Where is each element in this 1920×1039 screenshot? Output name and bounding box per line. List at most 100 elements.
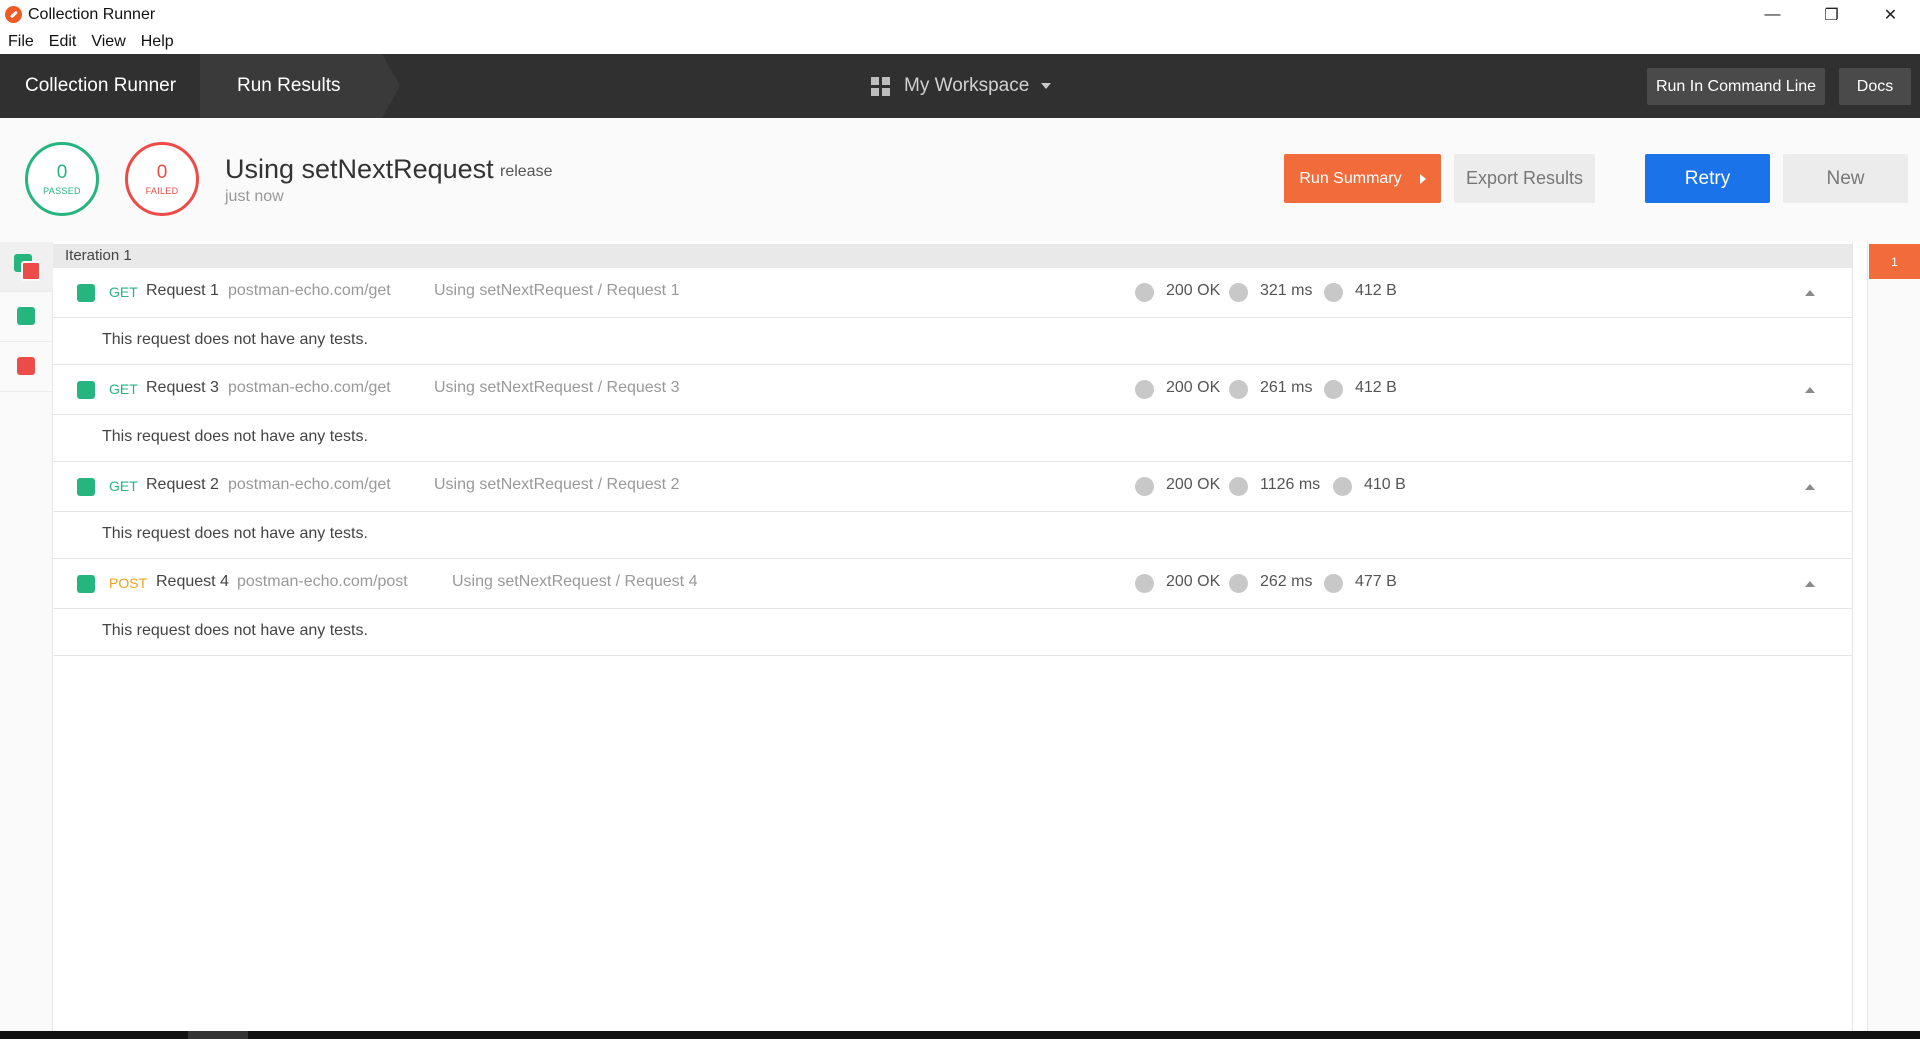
filter-failed[interactable]: [0, 342, 53, 392]
export-results-button[interactable]: Export Results: [1454, 154, 1595, 203]
response-size: 412 B: [1355, 282, 1397, 299]
docs-button[interactable]: Docs: [1839, 68, 1911, 105]
workspace-switcher[interactable]: My Workspace: [871, 54, 1052, 118]
request-method: GET: [109, 381, 138, 397]
workspace-grid-icon: [871, 76, 890, 96]
app-header: Collection Runner Run Results My Workspa…: [0, 54, 1920, 118]
window-title: Collection Runner: [28, 5, 156, 23]
new-button[interactable]: New: [1783, 154, 1908, 203]
menu-file[interactable]: File: [8, 33, 34, 51]
size-dot-icon: [1324, 283, 1343, 302]
request-tests-message: This request does not have any tests.: [53, 609, 1852, 656]
filter-all[interactable]: [0, 242, 53, 292]
request-result: POST Request 4 postman-echo.com/post Usi…: [53, 559, 1852, 656]
breadcrumb-run-results[interactable]: Run Results: [237, 54, 341, 118]
status-dot-icon: [1135, 283, 1154, 302]
taskbar-strip: [0, 1031, 1920, 1039]
postman-logo-icon: [5, 6, 22, 23]
response-size: 412 B: [1355, 379, 1397, 396]
iteration-marker-1[interactable]: 1: [1869, 244, 1920, 279]
collapse-caret-icon[interactable]: [1805, 484, 1815, 490]
request-row[interactable]: POST Request 4 postman-echo.com/post Usi…: [53, 559, 1852, 609]
minimize-button[interactable]: —: [1743, 0, 1802, 29]
filter-passed[interactable]: [0, 292, 53, 342]
results-list: GET Request 1 postman-echo.com/get Using…: [53, 268, 1852, 656]
restore-button[interactable]: ❐: [1802, 0, 1861, 29]
menu-edit[interactable]: Edit: [49, 33, 77, 51]
time-dot-icon: [1229, 574, 1248, 593]
request-method: POST: [109, 575, 148, 591]
size-dot-icon: [1333, 477, 1352, 496]
taskbar-highlight: [188, 1031, 248, 1039]
response-size: 477 B: [1355, 573, 1397, 590]
request-url: postman-echo.com/get: [228, 379, 391, 396]
retry-button[interactable]: Retry: [1645, 154, 1770, 203]
request-name: Request 2: [146, 476, 219, 493]
failed-count: 0: [156, 161, 168, 183]
results-scrollbar[interactable]: [1852, 242, 1868, 1032]
failed-counter: 0 FAILED: [125, 142, 199, 216]
caret-right-icon: [1419, 173, 1426, 184]
collapse-caret-icon[interactable]: [1805, 290, 1815, 296]
status-dot-icon: [1135, 380, 1154, 399]
request-method: GET: [109, 478, 138, 494]
run-summary-panel: 0 PASSED 0 FAILED Using setNextRequest r…: [0, 118, 1920, 242]
status-dot-icon: [1135, 477, 1154, 496]
response-time: 261 ms: [1260, 379, 1313, 396]
iteration-navigator: [1868, 242, 1920, 1032]
response-status: 200 OK: [1166, 476, 1221, 493]
request-name: Request 1: [146, 282, 219, 299]
request-path: Using setNextRequest / Request 4: [452, 573, 698, 590]
failed-label: FAILED: [145, 185, 179, 196]
pass-status-icon: [77, 575, 95, 593]
status-dot-icon: [1135, 574, 1154, 593]
request-url: postman-echo.com/get: [228, 282, 391, 299]
response-time: 321 ms: [1260, 282, 1313, 299]
request-name: Request 3: [146, 379, 219, 396]
menu-bar: File Edit View Help: [0, 29, 1920, 54]
run-environment: release: [500, 163, 553, 180]
request-row[interactable]: GET Request 1 postman-echo.com/get Using…: [53, 268, 1852, 318]
collapse-caret-icon[interactable]: [1805, 387, 1815, 393]
time-dot-icon: [1229, 283, 1248, 302]
menu-view[interactable]: View: [91, 33, 125, 51]
tests-message: This request does not have any tests.: [102, 331, 368, 348]
result-filter-rail: [0, 242, 53, 1032]
response-status: 200 OK: [1166, 282, 1221, 299]
close-button[interactable]: ✕: [1861, 0, 1920, 29]
response-time: 1126 ms: [1260, 476, 1321, 493]
response-status: 200 OK: [1166, 379, 1221, 396]
run-time: just now: [225, 188, 284, 205]
passed-label: PASSED: [43, 185, 81, 196]
run-summary-button[interactable]: Run Summary: [1284, 154, 1441, 203]
chevron-down-icon: [1041, 83, 1052, 89]
collapse-caret-icon[interactable]: [1805, 581, 1815, 587]
request-tests-message: This request does not have any tests.: [53, 318, 1852, 365]
passed-filter-icon: [17, 307, 35, 325]
all-results-overlay-icon: [21, 261, 41, 281]
tests-message: This request does not have any tests.: [102, 428, 368, 445]
breadcrumb-collection-runner[interactable]: Collection Runner: [25, 54, 176, 118]
request-url: postman-echo.com/post: [237, 573, 408, 590]
run-in-command-line-button[interactable]: Run In Command Line: [1647, 68, 1825, 105]
size-dot-icon: [1324, 574, 1343, 593]
request-path: Using setNextRequest / Request 1: [434, 282, 680, 299]
menu-help[interactable]: Help: [141, 33, 174, 51]
request-method: GET: [109, 284, 138, 300]
request-row[interactable]: GET Request 3 postman-echo.com/get Using…: [53, 365, 1852, 415]
iteration-header: Iteration 1: [53, 244, 1852, 268]
request-url: postman-echo.com/get: [228, 476, 391, 493]
iteration-label: Iteration 1: [65, 247, 132, 264]
pass-status-icon: [77, 381, 95, 399]
request-name: Request 4: [156, 573, 229, 590]
request-path: Using setNextRequest / Request 2: [434, 476, 680, 493]
failed-filter-icon: [17, 357, 35, 375]
passed-counter: 0 PASSED: [25, 142, 99, 216]
size-dot-icon: [1324, 380, 1343, 399]
passed-count: 0: [56, 161, 68, 183]
request-path: Using setNextRequest / Request 3: [434, 379, 680, 396]
window-controls: — ❐ ✕: [1743, 0, 1920, 29]
request-row[interactable]: GET Request 2 postman-echo.com/get Using…: [53, 462, 1852, 512]
window-titlebar: Collection Runner — ❐ ✕: [0, 0, 1920, 29]
time-dot-icon: [1229, 380, 1248, 399]
